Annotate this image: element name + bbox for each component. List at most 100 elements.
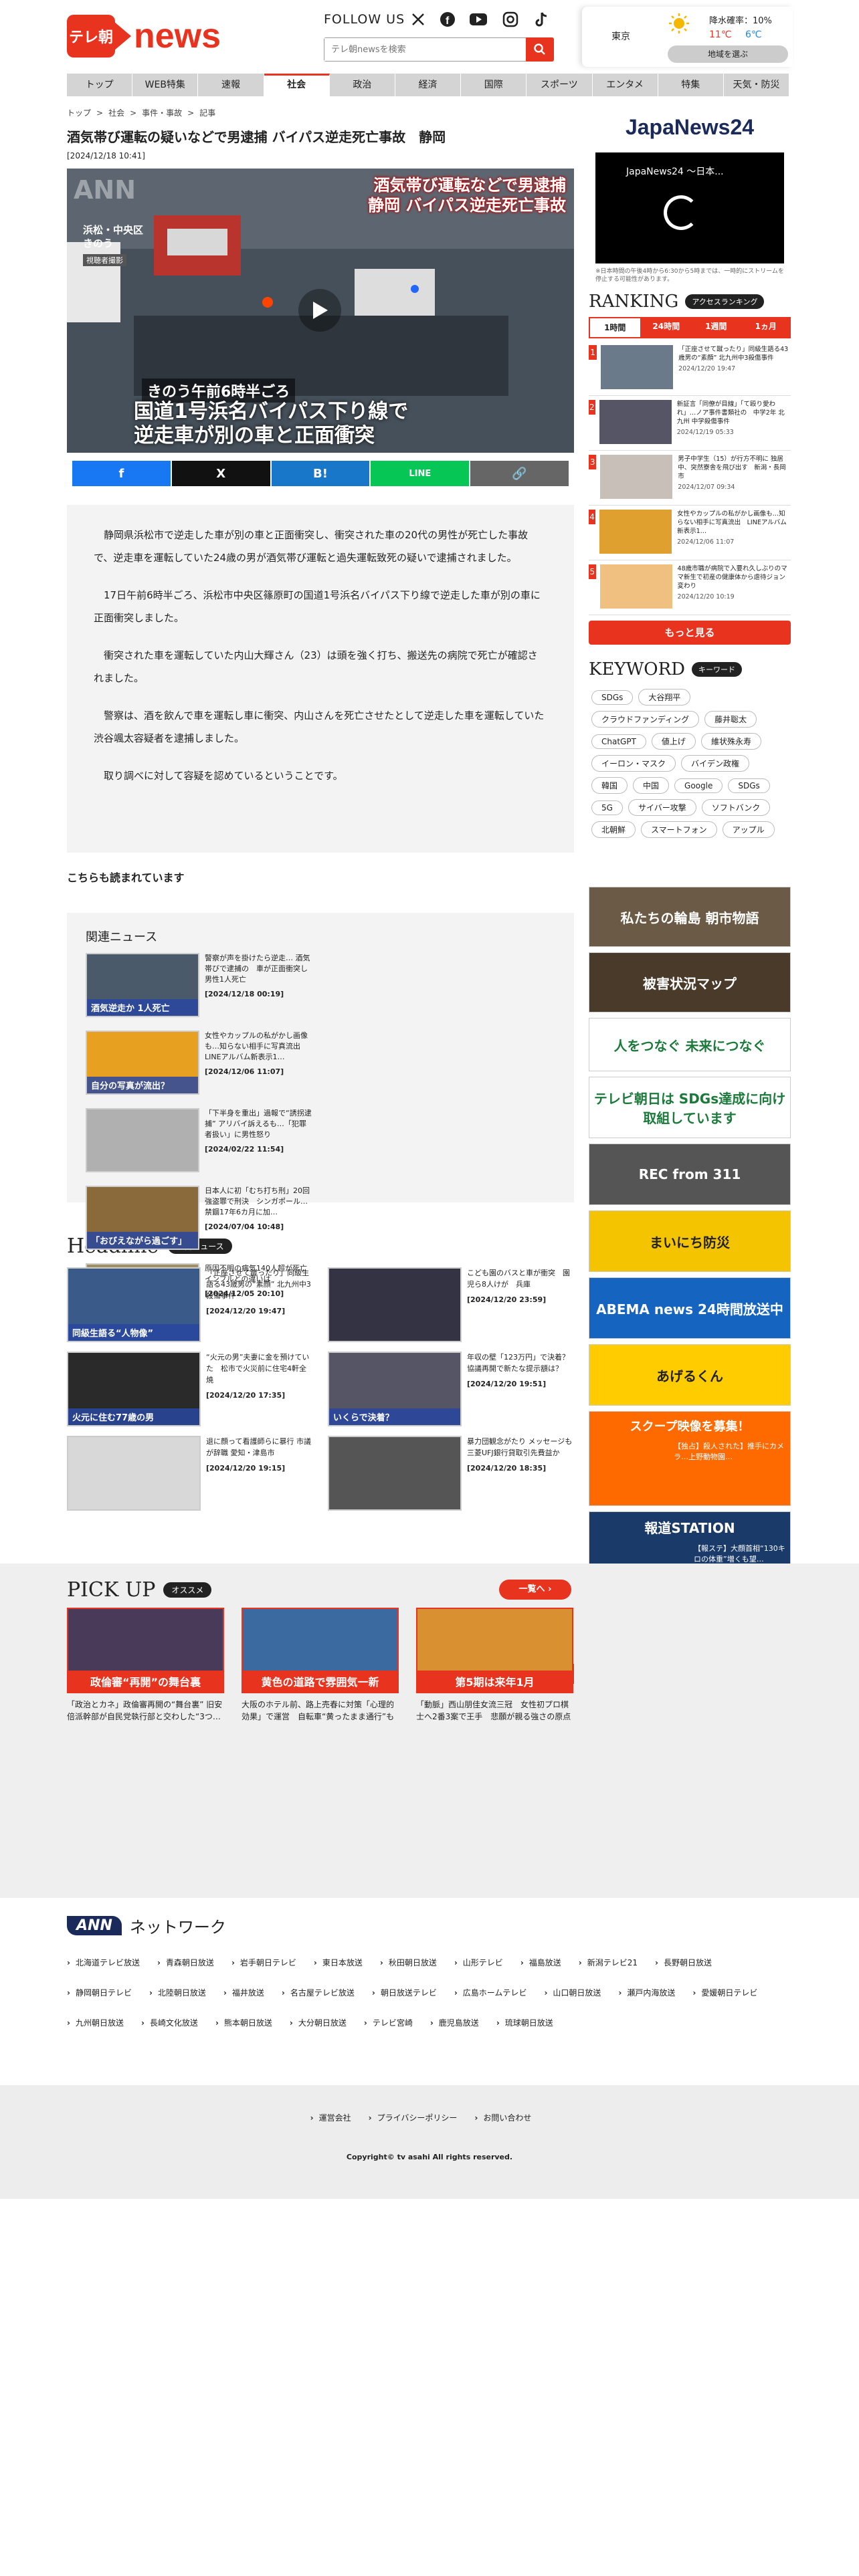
keyword-chip[interactable]: ChatGPT [591,734,646,749]
network-link[interactable]: 東日本放送 [314,1957,363,1968]
keyword-chip[interactable]: イーロン・マスク [591,755,676,772]
network-link[interactable]: 新潟テレビ21 [579,1957,638,1968]
network-link[interactable]: 秋田朝日放送 [380,1957,437,1968]
ranking-item[interactable]: 2 新証言「同僚が目線」「て殴り愛われ」…ノア事件書類社の 中学2年 北九州 中学… [589,396,791,451]
related-item[interactable]: 「下半身を重出」過報で“誘拐逮捕” アリバイ訴えるも…「犯罪者扱い」に男性怒り [… [86,1108,313,1172]
pickup-item[interactable]: 政倫審“再開”の舞台裏 「政治とカネ」政倫審再開の“舞台裏” 旧安倍派幹部が自民党… [67,1608,224,1723]
ranking-tab[interactable]: 24時間 [642,317,692,338]
keyword-chip[interactable]: クラウドファンディング [591,711,700,728]
copy-link-button[interactable]: 🔗 [470,461,569,486]
footer-link[interactable]: 運営会社 [310,2112,351,2123]
region-select-button[interactable]: 地域を選ぶ [668,45,788,63]
keyword-chip[interactable]: 維状殊永寿 [700,733,761,750]
news-thumbnail[interactable]: 自分の写真が流出？ [86,1031,199,1095]
nav-tab[interactable]: 政治 [329,74,395,96]
news-thumbnail[interactable] [328,1436,462,1511]
network-link[interactable]: 北海道テレビ放送 [67,1957,140,1968]
keyword-chip[interactable]: ソフトバンク [701,799,771,816]
keyword-chip[interactable]: 大谷翔平 [638,689,691,706]
headline-item[interactable]: 暴力団観念がたり メッセージも 三菱UFJ銀行貸取引先費益か [2024/12/2… [328,1436,579,1511]
keyword-chip[interactable]: 北朝鮮 [591,821,636,838]
nav-tab[interactable]: 社会 [264,74,330,96]
headline-item[interactable]: 退に顔って看護師らに暴行 市議が辞職 愛知・津島市 [2024/12/20 19:… [67,1436,313,1511]
network-link[interactable]: 愛媛朝日テレビ [692,1987,757,1998]
japannews24-logo[interactable]: JapaNews24 [589,107,791,147]
breadcrumb-item[interactable]: 社会 [108,108,124,118]
news-thumbnail[interactable]: 同級生語る“人物像” [67,1267,201,1342]
news-thumbnail[interactable] [67,1436,201,1511]
keyword-chip[interactable]: SDGs [591,690,634,705]
keyword-chip[interactable]: 藤井聡太 [704,711,757,728]
network-link[interactable]: 名古屋テレビ放送 [282,1987,355,1998]
network-link[interactable]: 九州朝日放送 [67,2017,124,2028]
ranking-more-button[interactable]: もっと見る [589,621,791,645]
network-link[interactable]: 朝日放送テレビ [372,1987,437,1998]
network-link[interactable]: 大分朝日放送 [290,2017,347,2028]
tiktok-icon[interactable] [531,9,551,29]
sidebar-banner[interactable]: REC from 311 [589,1144,791,1205]
nav-tab[interactable]: 特集 [658,74,724,96]
headline-item[interactable]: 火元に住む77歳の男 “火元の男”夫妻に金を預けていた 松市で火災前に住宅4軒全焼… [67,1352,313,1426]
sidebar-banner[interactable]: 私たちの輪島 朝市物語 [589,887,791,947]
logo-badge[interactable]: テレ朝 [67,15,115,58]
nav-tab[interactable]: 国際 [461,74,527,96]
nav-tab[interactable]: トップ [67,74,133,96]
facebook-icon[interactable]: f [438,9,458,29]
ranking-tab[interactable]: 1ヵ月 [741,317,791,338]
nav-tab[interactable]: 速報 [198,74,264,96]
x-icon[interactable] [408,9,428,29]
sidebar-banner[interactable]: 人をつなぐ 未来につなぐ [589,1018,791,1071]
network-link[interactable]: 静岡朝日テレビ [67,1987,132,1998]
nav-tab[interactable]: スポーツ [527,74,593,96]
keyword-chip[interactable]: 中国 [633,777,670,794]
line-share-button[interactable]: LINE [371,461,470,486]
pickup-item[interactable]: 黄色の道路で雰囲気一新 大阪のホテル前、路上売春に対策「心理的効果」で運営 自転車… [242,1608,399,1723]
ranking-item[interactable]: 4 女性やカップルの私がかし画像も…知らない相手に写真流出 LINEアルバム新表示… [589,506,791,560]
breadcrumb-item[interactable]: トップ [67,108,91,118]
ranking-item[interactable]: 1 「正座させて蹴ったり」同級生語る43歳男の“素顔” 北九州中3殺傷事件 2024… [589,341,791,396]
news-thumbnail[interactable] [328,1267,462,1342]
hatena-share-button[interactable]: B! [271,461,370,486]
sidebar-banner[interactable]: まいにち防災 [589,1210,791,1272]
facebook-share-button[interactable]: f [72,461,171,486]
keyword-chip[interactable]: Google [674,778,723,793]
pickup-item[interactable]: 第5期は来年1月 「動脈」西山朋佳女流三冠 女性初プロ棋士へ2番3案で王手 悲願が… [416,1608,573,1723]
sidebar-banner[interactable]: スクープ映像を募集！ 【独占】殺人された】推手にカメラ…上野動物園… [589,1411,791,1506]
network-link[interactable]: 福島放送 [520,1957,561,1968]
breadcrumb-item[interactable]: 事件・事故 [142,108,182,118]
live-video-player[interactable]: JapaNews24 〜日本... [595,152,784,263]
keyword-chip[interactable]: 値上げ [651,733,696,750]
network-link[interactable]: 青森朝日放送 [157,1957,214,1968]
network-link[interactable]: 瀬戸内海放送 [618,1987,675,1998]
article-video[interactable]: 酒気帯び運転などで男逮捕 静岡 バイパス逆走死亡事故 ANN 浜松・中央区 きの… [67,169,574,453]
sidebar-banner[interactable]: テレビ朝日は SDGs達成に向け 取組しています [589,1077,791,1138]
news-thumbnail[interactable] [86,1108,199,1172]
news-thumbnail[interactable]: 酒気逆走か 1人死亡 [86,953,199,1017]
network-link[interactable]: 岩手朝日テレビ [231,1957,296,1968]
sidebar-banner[interactable]: 被害状況マップ [589,952,791,1012]
keyword-chip[interactable]: スマートフォン [641,821,717,838]
network-link[interactable]: テレビ宮崎 [364,2017,413,2028]
network-link[interactable]: 広島ホームテレビ [454,1987,527,1998]
ranking-tab[interactable]: 1週間 [691,317,741,338]
keyword-chip[interactable]: バイデン政権 [681,755,750,772]
network-link[interactable]: 熊本朝日放送 [215,2017,272,2028]
news-thumbnail[interactable]: 火元に住む77歳の男 [67,1352,201,1426]
sidebar-banner[interactable]: あげるくん [589,1344,791,1406]
ranking-item[interactable]: 5 48歳市職が病院で入要れ久しぶりのママ新生で初産の健康体から虐待ジョン変わり 2… [589,560,791,615]
network-link[interactable]: 山口朝日放送 [544,1987,601,1998]
network-link[interactable]: 長野朝日放送 [655,1957,712,1968]
nav-tab[interactable]: 天気・防災 [723,74,790,96]
news-thumbnail[interactable]: 「おびえながら過ごす」 [86,1186,199,1250]
keyword-chip[interactable]: 5G [591,800,623,815]
network-link[interactable]: 山形テレビ [454,1957,503,1968]
headline-item[interactable]: いくらで決着？ 年収の壁「123万円」で決着？協議再開で新たな提示額は？ [2024… [328,1352,574,1426]
nav-tab[interactable]: WEB特集 [132,74,199,96]
sidebar-banner[interactable]: ABEMA news 24時間放送中 [589,1277,791,1339]
network-link[interactable]: 鹿児島放送 [430,2017,479,2028]
keyword-chip[interactable]: サイバー攻撃 [628,799,696,816]
play-icon[interactable] [298,289,341,332]
news-thumbnail[interactable]: いくらで決着？ [328,1352,462,1426]
keyword-chip[interactable]: 韓国 [591,777,628,794]
headline-item[interactable]: 同級生語る“人物像” 「正座させて蹴ったり」同級生語る43歳男の“素顔” 北九州中… [67,1267,313,1342]
